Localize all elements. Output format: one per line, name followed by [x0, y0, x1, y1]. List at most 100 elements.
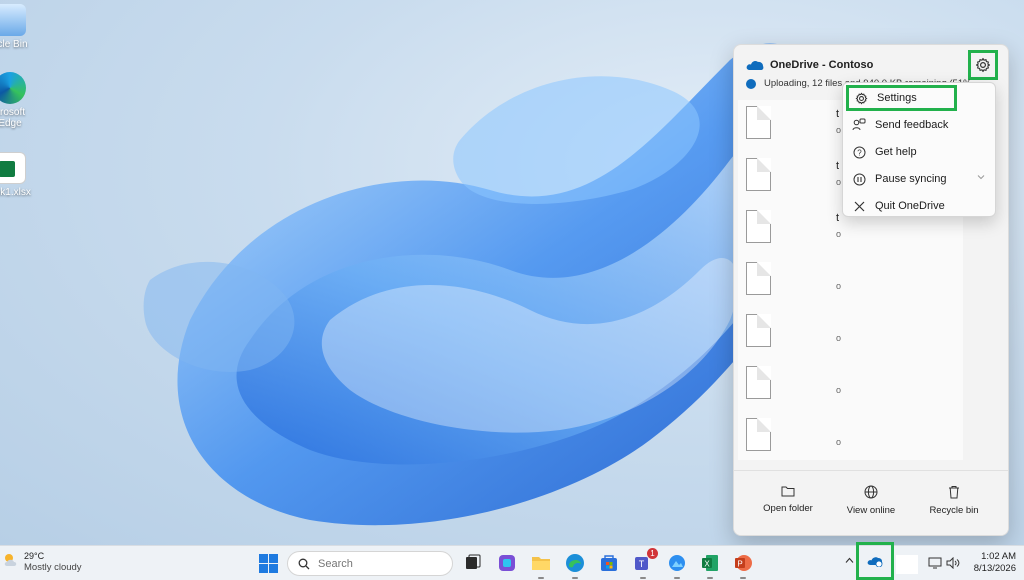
running-indicator — [538, 577, 544, 579]
powerpoint-icon[interactable]: P — [733, 553, 753, 573]
svg-text:?: ? — [857, 148, 862, 157]
document-icon — [746, 106, 771, 139]
menu-item-label: Pause syncing — [875, 173, 947, 185]
file-explorer-icon[interactable] — [531, 553, 551, 573]
search-icon — [298, 558, 310, 569]
onedrive-footer: Open folder View online Recycle bin — [734, 470, 1008, 535]
svg-text:T: T — [639, 559, 645, 569]
edge-icon — [0, 72, 26, 104]
running-indicator — [740, 577, 746, 579]
chevron-down-icon — [977, 175, 985, 180]
desktop-icon-label: ook1.xlsx — [0, 187, 31, 198]
settings-gear-button[interactable] — [968, 50, 998, 80]
weather-temp: 29°C — [24, 551, 45, 561]
running-indicator — [640, 577, 646, 579]
task-view-icon[interactable] — [463, 553, 483, 573]
desktop-icon-label: ycle Bin — [0, 39, 28, 50]
clock-date: 8/13/2026 — [973, 563, 1016, 574]
recycle-bin-icon — [0, 4, 26, 36]
help-icon: ? — [851, 144, 867, 160]
list-item[interactable]: o — [746, 314, 956, 350]
document-icon — [746, 366, 771, 399]
menu-item-settings[interactable]: Settings — [846, 85, 957, 111]
photos-icon[interactable] — [667, 553, 687, 573]
excel-file-icon — [0, 152, 26, 184]
desktop-icon-recycle-bin[interactable]: ycle Bin — [0, 4, 42, 50]
view-online-button[interactable]: View online — [831, 485, 911, 516]
chevron-up-icon[interactable] — [845, 557, 854, 564]
sync-icon — [746, 78, 756, 89]
partly-cloudy-icon — [4, 554, 17, 566]
file-meta: o — [836, 229, 842, 239]
file-meta: o — [836, 385, 842, 395]
file-meta: o — [836, 437, 842, 447]
document-icon — [746, 210, 771, 243]
weather-desc: Mostly cloudy — [24, 562, 82, 573]
file-name: t — [836, 160, 840, 172]
globe-icon — [864, 485, 878, 499]
menu-item-pause-syncing[interactable]: Pause syncing — [847, 166, 993, 192]
search-input[interactable] — [318, 557, 428, 570]
list-item[interactable]: o — [746, 262, 956, 298]
onedrive-tray-button[interactable] — [856, 542, 894, 580]
display-icon[interactable] — [928, 557, 942, 569]
gear-icon — [975, 57, 991, 73]
running-indicator — [707, 577, 713, 579]
menu-item-label: Quit OneDrive — [875, 200, 945, 212]
document-icon — [746, 418, 771, 451]
desktop-icon-edge[interactable]: crosoft Edge — [0, 72, 42, 129]
menu-item-label: Settings — [877, 92, 917, 104]
open-folder-button[interactable]: Open folder — [748, 485, 828, 514]
list-item[interactable]: o — [746, 366, 956, 402]
svg-text:X: X — [704, 560, 710, 569]
close-icon — [851, 198, 867, 214]
file-meta: o — [836, 281, 842, 291]
notification-badge: 1 — [647, 548, 658, 559]
file-meta: o — [836, 125, 842, 135]
tray-input-indicator[interactable] — [896, 555, 918, 574]
onedrive-cloud-icon — [867, 557, 883, 567]
copilot-icon[interactable] — [497, 553, 517, 573]
desktop-icon-book1[interactable]: ook1.xlsx — [0, 152, 42, 198]
file-name: t — [836, 212, 840, 224]
menu-item-quit-onedrive[interactable]: Quit OneDrive — [847, 193, 993, 219]
menu-item-get-help[interactable]: ? Get help — [847, 139, 993, 165]
folder-icon — [781, 486, 795, 497]
svg-text:P: P — [737, 560, 742, 569]
recycle-bin-button[interactable]: Recycle bin — [914, 485, 994, 516]
onedrive-title: OneDrive - Contoso — [770, 59, 874, 71]
file-name: t — [836, 108, 840, 120]
file-meta: o — [836, 177, 842, 187]
document-icon — [746, 314, 771, 347]
excel-icon[interactable]: X — [700, 553, 720, 573]
edge-icon[interactable] — [565, 553, 585, 573]
taskbar-search[interactable] — [287, 551, 453, 576]
menu-item-send-feedback[interactable]: Send feedback — [847, 112, 993, 138]
list-item[interactable]: o — [746, 418, 956, 454]
view-online-label: View online — [846, 505, 896, 516]
onedrive-header: OneDrive - Contoso — [746, 59, 873, 71]
weather-widget[interactable]: 29°C Mostly cloudy — [2, 551, 82, 573]
settings-context-menu: Settings Send feedback ? Get help Pause … — [842, 82, 996, 217]
document-icon — [746, 158, 771, 191]
onedrive-cloud-icon — [746, 60, 764, 70]
windows-start-icon[interactable] — [259, 554, 278, 573]
clock-time: 1:02 AM — [981, 551, 1016, 562]
recycle-bin-label: Recycle bin — [929, 505, 979, 516]
trash-icon — [949, 486, 959, 499]
running-indicator — [572, 577, 578, 579]
gear-icon — [853, 90, 869, 106]
file-meta: o — [836, 333, 842, 343]
menu-item-label: Get help — [875, 146, 917, 158]
feedback-icon — [851, 117, 867, 133]
running-indicator — [674, 577, 680, 579]
pause-icon — [851, 171, 867, 187]
menu-item-label: Send feedback — [875, 119, 949, 131]
desktop-icon-label: crosoft Edge — [0, 107, 25, 129]
volume-icon[interactable] — [946, 557, 960, 569]
teams-app[interactable]: T 1 — [633, 548, 658, 573]
open-folder-label: Open folder — [763, 503, 813, 514]
microsoft-store-icon[interactable] — [599, 553, 619, 573]
system-clock[interactable]: 1:02 AM 8/13/2026 — [968, 551, 1016, 575]
document-icon — [746, 262, 771, 295]
